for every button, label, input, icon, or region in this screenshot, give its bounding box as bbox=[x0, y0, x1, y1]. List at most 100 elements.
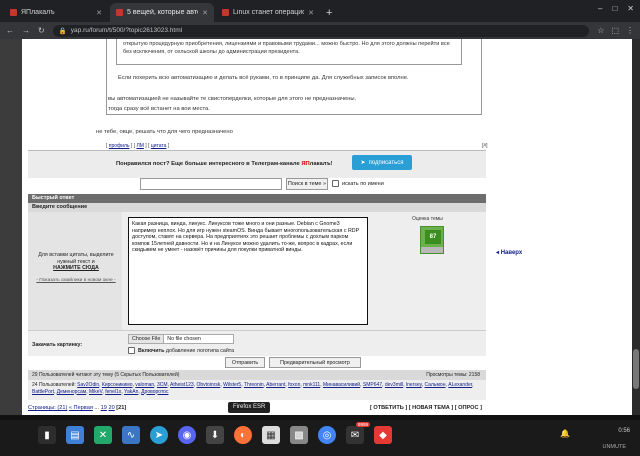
shelf-icon[interactable]: ▦ bbox=[262, 426, 280, 444]
readers-count: 29 Пользователей читают эту тему (5 Скры… bbox=[32, 372, 180, 378]
preview-button[interactable]: Предварительный просмотр bbox=[269, 357, 361, 368]
new-tab-button[interactable]: + bbox=[326, 7, 332, 19]
scrollbar-thumb[interactable] bbox=[633, 349, 639, 389]
close-icon[interactable]: ✕ bbox=[308, 9, 314, 17]
terminal-icon[interactable]: ▮ bbox=[38, 426, 56, 444]
search-by-name-checkbox[interactable] bbox=[332, 180, 339, 187]
logo-option: Включить добавление логотипа сайта bbox=[128, 347, 234, 354]
page-scrollbar[interactable] bbox=[632, 39, 640, 415]
reader-link[interactable]: valoman bbox=[135, 382, 154, 388]
unmute-label[interactable]: UNMUTE bbox=[602, 444, 626, 450]
reader-link[interactable]: Сальмон bbox=[425, 382, 446, 388]
back-to-top-link[interactable]: ◂ Наверх bbox=[496, 249, 522, 256]
pages-label[interactable]: Страницы: (21) bbox=[28, 405, 67, 411]
back-icon[interactable]: ← bbox=[6, 26, 14, 35]
notification-bell-icon[interactable]: 🔔 bbox=[560, 429, 570, 438]
profile-link[interactable]: профиль bbox=[109, 143, 130, 149]
menu-icon[interactable]: ⋮ bbox=[626, 26, 634, 35]
site-favicon bbox=[116, 9, 123, 16]
reader-link[interactable]: BattlePort bbox=[32, 389, 54, 395]
reader-link[interactable]: YakAn bbox=[124, 389, 138, 395]
reader-link[interactable]: Деменорсам bbox=[57, 389, 86, 395]
xfce-icon[interactable]: ✕ bbox=[94, 426, 112, 444]
close-icon[interactable]: ✕ bbox=[96, 9, 102, 17]
reader-link[interactable]: Минавасиливий bbox=[323, 382, 360, 388]
post-number[interactable]: [#] bbox=[482, 143, 488, 149]
topic-actions[interactable]: [ ОТВЕТИТЬ ] [ НОВАЯ ТЕМА ] [ ОПРОС ] bbox=[370, 403, 482, 413]
reader-link[interactable]: mnk111 bbox=[303, 382, 320, 388]
subscribe-button[interactable]: ➤ подписаться bbox=[352, 155, 412, 170]
telegram-icon: ➤ bbox=[360, 160, 366, 166]
telegram-text-suffix: лакалъ! bbox=[309, 161, 333, 167]
reader-link[interactable]: ALexander bbox=[448, 382, 472, 388]
minimize-icon[interactable]: – bbox=[598, 4, 602, 13]
page-19-link[interactable]: 19 bbox=[101, 405, 107, 411]
file-input[interactable]: Choose File No file chosen bbox=[128, 334, 234, 344]
reader-link[interactable]: Threonin bbox=[244, 382, 264, 388]
forward-icon[interactable]: → bbox=[22, 26, 30, 35]
calculator-icon[interactable]: ▩ bbox=[290, 426, 308, 444]
extensions-icon[interactable]: ⬚ bbox=[611, 26, 619, 35]
quick-reply-header: Быстрый ответ bbox=[28, 194, 486, 203]
page-20-link[interactable]: 20 bbox=[108, 405, 114, 411]
address-bar[interactable]: 🔒 yap.ru/forum/t/500/?topic2613023.html bbox=[52, 24, 590, 37]
star-icon[interactable]: ☆ bbox=[597, 26, 604, 35]
app-icon[interactable]: ⬇ bbox=[206, 426, 224, 444]
message-textarea[interactable]: Какая разница, винда, линукс. Линуксов т… bbox=[128, 217, 368, 325]
reader-link[interactable]: Wilster5 bbox=[223, 382, 241, 388]
close-window-icon[interactable]: ✕ bbox=[627, 4, 634, 13]
chrome-icon[interactable]: ◎ bbox=[318, 426, 336, 444]
reader-link[interactable]: Atheist123 bbox=[170, 382, 194, 388]
quote-text-2: Если похерить всю автоматизацию и делать… bbox=[118, 75, 409, 81]
reader-link[interactable]: lnersey bbox=[406, 382, 422, 388]
tab-linux[interactable]: Linux станет операционн ✕ bbox=[216, 3, 320, 22]
search-by-name-label: искать по имени bbox=[342, 180, 384, 187]
close-icon[interactable]: ✕ bbox=[202, 9, 208, 17]
reader-link[interactable]: SMP647 bbox=[363, 382, 382, 388]
tab-5-things[interactable]: 5 вещей, которые автор ✕ bbox=[110, 3, 214, 22]
reader-link[interactable]: Obvtoinrsk bbox=[196, 382, 220, 388]
telegram-app-icon[interactable]: ➤ bbox=[150, 426, 168, 444]
insert-quote-link[interactable]: НАЖМИТЕ СЮДА bbox=[53, 265, 99, 271]
logo-checkbox[interactable] bbox=[128, 347, 135, 354]
discord-icon[interactable]: ◉ bbox=[178, 426, 196, 444]
reader-link[interactable]: Дроворотос bbox=[141, 389, 168, 395]
reader-link[interactable]: Aberrant bbox=[266, 382, 285, 388]
anydesk-icon[interactable]: ◆ bbox=[374, 426, 392, 444]
reader-link[interactable]: Кирсоникимо bbox=[102, 382, 133, 388]
reader-link[interactable]: dev3mill bbox=[385, 382, 403, 388]
tab-yaplakal[interactable]: ЯПлакалъ ✕ bbox=[4, 3, 108, 22]
maximize-icon[interactable]: □ bbox=[612, 4, 617, 13]
current-page: [21] bbox=[116, 405, 127, 411]
reload-icon[interactable]: ↻ bbox=[38, 26, 45, 35]
telegram-text: Понравился пост? Еще больше интересного … bbox=[116, 161, 333, 167]
notification-badge: 9999 bbox=[355, 422, 370, 427]
choose-file-button[interactable]: Choose File bbox=[129, 335, 165, 343]
rating-widget[interactable]: 87 bbox=[420, 226, 444, 254]
first-page-link[interactable]: « Первая bbox=[69, 405, 93, 411]
pager-dots: ... bbox=[94, 405, 100, 411]
telegram-brand: ЯП bbox=[301, 161, 310, 167]
rating-label: Оценка темы bbox=[412, 216, 443, 222]
reader-link[interactable]: foxon bbox=[288, 382, 300, 388]
tab-label: Linux станет операционн bbox=[233, 9, 304, 16]
firefox-icon[interactable]: ◐ bbox=[234, 426, 252, 444]
quote-link[interactable]: цитата bbox=[151, 143, 167, 149]
readers-header: 29 Пользователей читают эту тему (5 Скры… bbox=[28, 370, 486, 380]
notification-app-icon[interactable]: ✉ 9999 bbox=[346, 422, 370, 444]
quote-inner: открытую процедурную приобретения, лицен… bbox=[116, 39, 462, 65]
telegram-text-prefix: Понравился пост? Еще больше интересного … bbox=[116, 161, 302, 167]
submit-button[interactable]: Отправить bbox=[225, 357, 265, 368]
topic-search-input[interactable] bbox=[140, 178, 282, 190]
reader-link[interactable]: MikeV bbox=[89, 389, 102, 395]
smileys-link[interactable]: - Показать смайлики в новом окне - bbox=[32, 278, 120, 283]
system-monitor-icon[interactable]: ∿ bbox=[122, 426, 140, 444]
logo-option-rest: добавление логотипа сайта bbox=[164, 347, 235, 354]
reader-link[interactable]: Sav2Odin bbox=[77, 382, 99, 388]
topic-search-button[interactable]: Поиск в теме » bbox=[286, 178, 328, 190]
reader-link[interactable]: 3CM bbox=[157, 382, 168, 388]
files-icon[interactable]: ▤ bbox=[66, 426, 84, 444]
lock-icon: 🔒 bbox=[58, 27, 67, 35]
reader-link[interactable]: fenel1x bbox=[105, 389, 121, 395]
pm-link[interactable]: ЛМ bbox=[136, 143, 143, 149]
